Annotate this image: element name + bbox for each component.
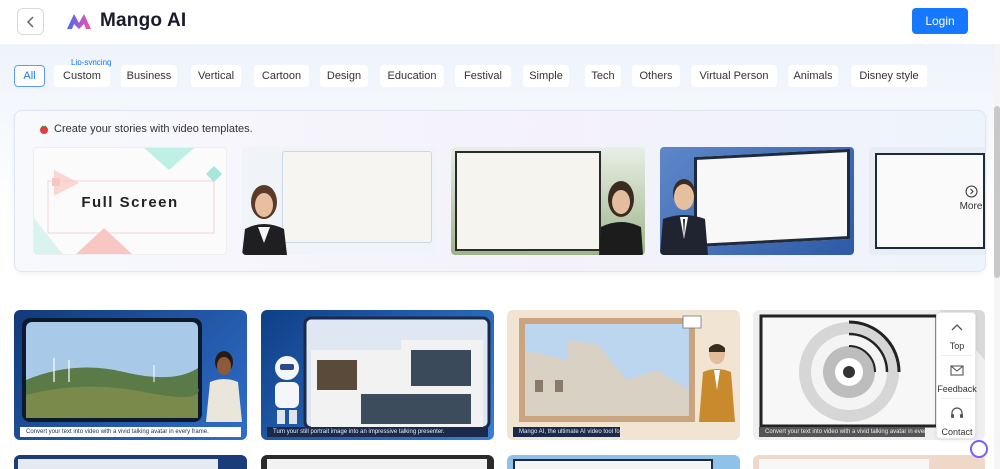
template-presenter-1[interactable] bbox=[242, 147, 436, 255]
video-caption: Mango AI, the ultimate AI video tool for… bbox=[513, 427, 620, 437]
tab-cartoon[interactable]: Cartoon bbox=[254, 65, 309, 87]
tab-vertical[interactable]: Vertical bbox=[191, 65, 241, 87]
brand-name: Mango AI bbox=[100, 10, 187, 31]
banner-title-text: Create your stories with video templates… bbox=[54, 123, 253, 135]
video-caption: Convert your text into video with a vivi… bbox=[20, 427, 241, 437]
tab-all[interactable]: All bbox=[14, 65, 45, 87]
video-caption: Turn your still portrait image into an i… bbox=[267, 427, 488, 437]
template-banner: Create your stories with video templates… bbox=[14, 110, 986, 272]
presenter-woman-2-image bbox=[599, 181, 643, 255]
video-card-8[interactable] bbox=[753, 455, 985, 469]
back-button[interactable] bbox=[17, 8, 44, 35]
video-card-7[interactable] bbox=[507, 455, 740, 469]
template-presenter-3[interactable] bbox=[660, 147, 854, 255]
contact-label: Contact bbox=[941, 427, 973, 437]
mango-logo-icon bbox=[67, 14, 91, 29]
chat-assistant-button[interactable] bbox=[970, 440, 988, 458]
top-bar: Mango AI Login bbox=[0, 0, 1000, 44]
video-card-6[interactable] bbox=[261, 455, 494, 469]
chevron-left-icon bbox=[26, 15, 34, 28]
tab-disney-style[interactable]: Disney style bbox=[851, 65, 927, 87]
feedback-label: Feedback bbox=[937, 384, 977, 394]
tomato-icon bbox=[40, 125, 48, 134]
video-caption: Convert your text into video with a vivi… bbox=[759, 427, 925, 437]
video-card-3[interactable]: Mango AI, the ultimate AI video tool for… bbox=[507, 310, 740, 440]
castle-thumbnail bbox=[519, 315, 735, 422]
tab-virtual-person[interactable]: Virtual Person bbox=[691, 65, 777, 87]
headset-icon bbox=[951, 407, 963, 418]
contact-button[interactable]: Contact bbox=[937, 399, 977, 441]
more-templates-button[interactable]: More bbox=[958, 185, 984, 212]
template-presenter-2[interactable] bbox=[451, 147, 645, 255]
tab-others[interactable]: Others bbox=[632, 65, 680, 87]
tab-animals[interactable]: Animals bbox=[788, 65, 838, 87]
wind-farm-thumbnail bbox=[22, 318, 242, 422]
login-button[interactable]: Login bbox=[912, 8, 968, 34]
video-card-5[interactable] bbox=[14, 455, 247, 469]
template-full-screen-label: Full Screen bbox=[81, 194, 179, 211]
mail-icon bbox=[950, 365, 964, 376]
feedback-button[interactable]: Feedback bbox=[937, 356, 977, 398]
chevron-up-icon bbox=[951, 324, 963, 331]
more-label: More bbox=[959, 201, 983, 212]
tab-design[interactable]: Design bbox=[320, 65, 368, 87]
floating-action-panel: Top Feedback Contact bbox=[936, 312, 977, 441]
tab-tech[interactable]: Tech bbox=[585, 65, 621, 87]
banner-title: Create your stories with video templates… bbox=[39, 123, 253, 135]
presenter-woman-image bbox=[242, 185, 287, 255]
template-full-screen[interactable]: Full Screen bbox=[33, 147, 227, 255]
tab-education[interactable]: Education bbox=[380, 65, 444, 87]
video-card-1[interactable]: Convert your text into video with a vivi… bbox=[14, 310, 247, 440]
presenter-man-image bbox=[660, 179, 708, 255]
tab-festival[interactable]: Festival bbox=[455, 65, 511, 87]
tab-business[interactable]: Business bbox=[121, 65, 177, 87]
tab-custom[interactable]: Custom bbox=[54, 65, 110, 87]
tab-simple[interactable]: Simple bbox=[523, 65, 569, 87]
modern-house-thumbnail bbox=[275, 316, 491, 430]
scrollbar-thumb[interactable] bbox=[994, 106, 1000, 278]
video-card-2[interactable]: Turn your still portrait image into an i… bbox=[261, 310, 494, 440]
top-label: Top bbox=[949, 341, 965, 351]
back-to-top-button[interactable]: Top bbox=[937, 313, 977, 355]
scrollbar[interactable] bbox=[994, 44, 1000, 469]
chevron-right-circle-icon bbox=[965, 185, 977, 198]
brand-logo[interactable]: Mango AI bbox=[66, 8, 186, 34]
